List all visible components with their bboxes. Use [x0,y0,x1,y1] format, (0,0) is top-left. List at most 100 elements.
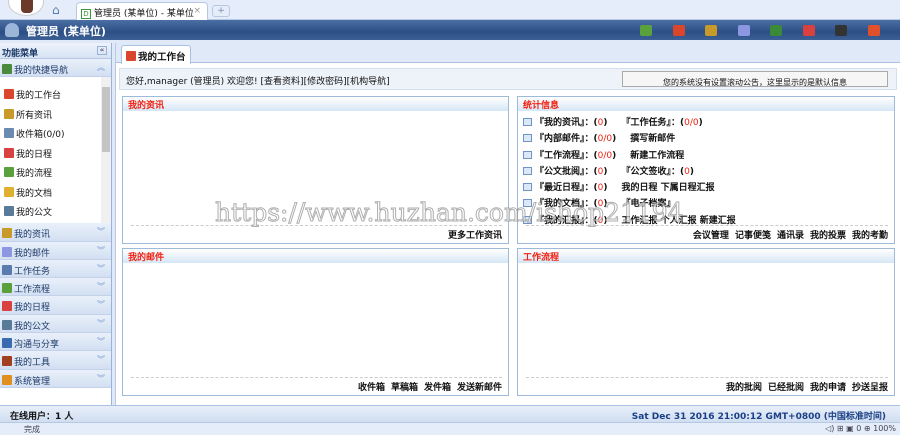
stat-link[interactable]: 撰写新邮件 [630,134,675,144]
sidebar-section[interactable]: 工作流程 ︾ [0,278,111,297]
sidebar-section[interactable]: 我的邮件 ︾ [0,241,111,260]
footer-link[interactable]: 收件箱 [358,383,385,393]
footer-link[interactable]: 通讯录 [777,231,804,241]
sidebar: 功能菜单 « 我的快捷导航 ︽ 我的工作台 所有资讯 收件箱(0/0) 我的日程 我的流程我… [0,43,112,405]
footer-link[interactable]: 我的申请 [810,383,846,393]
footer-link[interactable]: 我的投票 [810,231,846,241]
browser-tab[interactable]: D 管理员 (某单位) - 某单位 × [76,2,208,20]
chevron-down-icon: ︾ [97,355,105,365]
quick-nav-item[interactable]: 我的日程 [0,144,111,164]
stat-link[interactable]: 『公文签收』：(0) [621,167,693,177]
more-news-link[interactable]: 更多工作资讯 [448,231,502,241]
stat-icon [523,215,532,224]
footer-link[interactable]: 抄送呈报 [852,383,888,393]
section-icon [2,264,12,275]
collapse-button[interactable]: « [97,46,107,55]
menu-item-icon [4,167,14,178]
view-profile-link[interactable]: [查看资料] [261,77,304,87]
section-icon [2,319,12,330]
footer-link[interactable]: 我的考勤 [852,231,888,241]
mail-icon[interactable] [737,25,750,36]
quick-nav-item[interactable]: 所有资讯 [0,105,111,125]
stat-link[interactable]: 『电子档案』 [621,199,675,209]
footer-link[interactable]: 会议管理 [693,231,729,241]
chevron-down-icon: ︾ [97,245,105,255]
home-icon [126,51,136,61]
stat-link[interactable]: 『工作流程』：(0/0) [535,151,616,161]
footer-link[interactable]: 草稿箱 [391,383,418,393]
change-password-link[interactable]: [修改密码] [304,77,347,87]
calendar-icon[interactable] [802,25,815,36]
main-area: 我的工作台 您好,manager (管理员) 欢迎您! [查看资料][修改密码]… [115,43,900,405]
news-panel: 我的资讯 更多工作资讯 [122,96,509,244]
stat-row: 『我的文档』：(0) 『电子档案』 [518,194,894,210]
sidebar-section[interactable]: 我的公文 ︾ [0,314,111,334]
logout-icon[interactable] [867,25,880,36]
panel-footer: 我的批阅 已经批阅 我的申请 抄送呈报 [526,377,888,393]
footer-link[interactable]: 我的批阅 [726,383,762,393]
welcome-bar: 您好,manager (管理员) 欢迎您! [查看资料][修改密码][机构导航]… [119,68,897,90]
footer-link[interactable]: 记事便笺 [735,231,771,241]
quick-nav-item[interactable]: 我的文档 [0,183,111,203]
quick-nav-item[interactable]: 我的公文 [0,202,111,222]
desktop-icon[interactable] [640,25,652,36]
stat-icon [523,166,532,175]
online-users: 在线用户：1 人 [10,412,74,422]
sidebar-section[interactable]: 工作任务 ︾ [0,259,111,279]
section-icon [2,228,12,239]
stat-row: 『内部邮件』：(0/0) 撰写新邮件 [518,129,894,145]
address-book-icon[interactable] [770,25,782,36]
stat-link[interactable]: 新建工作流程 [630,151,684,161]
quick-nav-item[interactable]: 我的流程 [0,163,111,183]
panel-footer: 更多工作资讯 [131,225,502,241]
new-tab-button[interactable]: + [212,5,230,17]
section-icon [2,283,12,294]
stat-link[interactable]: 『内部邮件』：(0/0) [535,134,616,144]
sidebar-section[interactable]: 我的工具 ︾ [0,351,111,370]
stat-link[interactable]: 『我的资讯』：(0) [535,118,607,128]
home-icon[interactable] [672,25,685,36]
quick-nav-item[interactable]: 收件箱(0/0) [0,124,111,144]
stats-panel: 统计信息 『我的资讯』：(0) 『工作任务』：(0/0) 『内部邮件』：(0/0) 撰… [517,96,895,244]
stat-link[interactable]: 我的日程 下属日程汇报 [621,183,714,193]
workflow-panel: 工作流程 我的批阅 已经批阅 我的申请 抄送呈报 [517,248,895,396]
footer-link[interactable]: 发送新邮件 [457,383,502,393]
section-icon [2,356,12,367]
footer-link[interactable]: 已经批阅 [768,383,804,393]
scrolling-notice: 您的系统没有设置滚动公告，这里显示的是默认信息 [622,71,888,87]
footer-link[interactable]: 发件箱 [424,383,451,393]
browser-status-bar: 完成 ◁) ⊞ ▣ 0 ⊕ 100% [0,422,900,435]
stat-link[interactable]: 『公文批阅』：(0) [535,167,607,177]
sidebar-section[interactable]: 沟通与分享 ︾ [0,333,111,352]
scrollbar[interactable] [101,77,111,224]
sidebar-section[interactable]: 我的日程 ︾ [0,296,111,315]
chevron-down-icon: ︾ [97,373,105,383]
quick-nav-item[interactable]: 我的工作台 [0,85,111,105]
panel-title: 我的邮件 [123,249,508,263]
user-icon[interactable] [835,25,847,36]
menu-item-icon [4,147,14,158]
panel-footer: 收件箱 草稿箱 发件箱 发送新邮件 [131,377,502,393]
favicon-icon: D [81,9,91,19]
footer-bar: 在线用户：1 人 Sat Dec 31 2016 21:00:12 GMT+08… [0,405,900,422]
menu-item-icon [4,186,14,197]
stat-icon [523,150,532,159]
sidebar-section-quick-nav[interactable]: 我的快捷导航 ︽ [0,59,111,78]
greeting: 您好,manager (管理员) 欢迎您! [126,77,258,87]
home-icon[interactable]: ⌂ [52,3,60,17]
panel-footer: 会议管理 记事便笺 通讯录 我的投票 我的考勤 [526,225,888,241]
sidebar-section[interactable]: 系统管理 ︾ [0,369,111,388]
stat-link[interactable]: 『工作任务』：(0/0) [621,118,702,128]
close-icon[interactable]: × [193,6,201,16]
panel-title: 工作流程 [518,249,894,263]
status-text: 完成 [24,425,40,434]
clipboard-icon[interactable] [705,25,717,36]
app-header: 管理员 (某单位) [0,20,900,40]
stat-link[interactable]: 『最近日程』：(0) [535,183,607,193]
tab-workbench[interactable]: 我的工作台 [121,45,191,64]
stat-link[interactable]: 『我的文档』：(0) [535,199,607,209]
org-nav-link[interactable]: [机构导航] [347,77,390,87]
avatar [8,0,44,16]
sidebar-section[interactable]: 我的资讯 ︾ [0,223,111,242]
status-icons[interactable]: ◁) ⊞ ▣ 0 ⊕ 100% [825,424,896,433]
